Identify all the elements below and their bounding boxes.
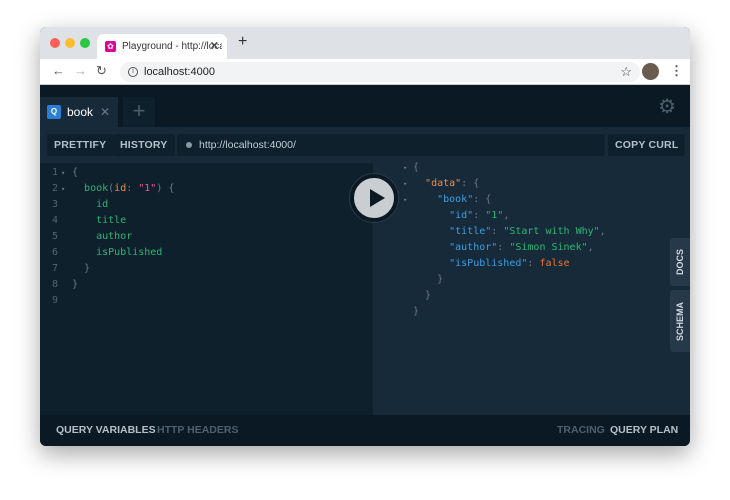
- playground-tab-row: Q book ✕ + ⚙: [40, 85, 690, 127]
- endpoint-input[interactable]: http://localhost:4000/: [177, 134, 605, 156]
- info-icon[interactable]: i: [128, 67, 138, 77]
- browser-tab[interactable]: ✿ Playground - http://localhost:4000 ✕: [97, 34, 227, 59]
- history-button[interactable]: HISTORY: [113, 134, 175, 156]
- query-tab-label: book: [67, 105, 94, 119]
- bottom-bar: QUERY VARIABLES HTTP HEADERS TRACING QUE…: [40, 415, 690, 446]
- prettify-button[interactable]: PRETTIFY: [47, 134, 114, 156]
- fold-arrows-icon[interactable]: ▾ ▾: [61, 165, 65, 197]
- query-code: { book(id: "1") { id title author isPubl…: [72, 167, 175, 290]
- docs-tab[interactable]: DOCS: [670, 238, 690, 286]
- copy-curl-button[interactable]: COPY CURL: [608, 134, 686, 156]
- maximize-window-button[interactable]: [80, 38, 90, 48]
- bookmark-star-icon[interactable]: ☆: [620, 64, 632, 80]
- address-bar-row: ← → ↻ i localhost:4000 ☆ ⋮: [40, 59, 690, 85]
- execute-query-play-button[interactable]: [350, 174, 398, 222]
- profile-avatar[interactable]: [642, 63, 659, 80]
- browser-window: ✿ Playground - http://localhost:4000 ✕ +…: [40, 27, 690, 446]
- result-fold-arrows-icon[interactable]: ▾ ▾ ▾: [403, 160, 407, 208]
- new-tab-button[interactable]: +: [238, 33, 247, 51]
- http-headers-tab[interactable]: HTTP HEADERS: [157, 415, 238, 446]
- minimize-window-button[interactable]: [65, 38, 75, 48]
- tracing-tab[interactable]: TRACING: [557, 415, 605, 446]
- graphql-favicon-icon: ✿: [105, 41, 116, 52]
- menu-icon[interactable]: ⋮: [670, 63, 683, 79]
- settings-gear-icon[interactable]: ⚙: [658, 94, 676, 119]
- back-icon[interactable]: ←: [52, 63, 65, 78]
- browser-tab-title: Playground - http://localhost:4000: [122, 41, 222, 52]
- close-window-button[interactable]: [50, 38, 60, 48]
- query-plan-tab[interactable]: QUERY PLAN: [610, 415, 678, 446]
- address-text: localhost:4000: [144, 66, 215, 78]
- line-numbers: 1 2 3 4 5 6 7 8 9: [52, 167, 59, 306]
- close-query-tab-icon[interactable]: ✕: [100, 105, 110, 119]
- schema-tab[interactable]: SCHEMA: [670, 290, 690, 352]
- query-badge-icon: Q: [47, 105, 61, 119]
- result-json: { "data": { "book": { "id": "1", "title"…: [413, 162, 606, 317]
- query-editor[interactable]: 1 2 3 4 5 6 7 8 9 ▾ ▾ { book(id: "1") { …: [40, 163, 373, 415]
- address-bar[interactable]: i localhost:4000 ☆: [120, 62, 640, 82]
- forward-icon[interactable]: →: [74, 63, 87, 78]
- close-tab-icon[interactable]: ✕: [210, 39, 219, 52]
- playground-toolbar: PRETTIFY HISTORY http://localhost:4000/ …: [40, 127, 690, 163]
- graphql-playground: Q book ✕ + ⚙ PRETTIFY HISTORY http://loc…: [40, 85, 690, 446]
- title-bar: ✿ Playground - http://localhost:4000 ✕ +: [40, 27, 690, 59]
- result-viewer: ▾ ▾ ▾ { "data": { "book": { "id": "1", "…: [373, 160, 690, 415]
- query-tab-book[interactable]: Q book ✕: [40, 97, 118, 127]
- add-tab-button[interactable]: +: [123, 97, 155, 127]
- reload-icon[interactable]: ↻: [96, 63, 107, 79]
- query-variables-tab[interactable]: QUERY VARIABLES: [56, 415, 156, 446]
